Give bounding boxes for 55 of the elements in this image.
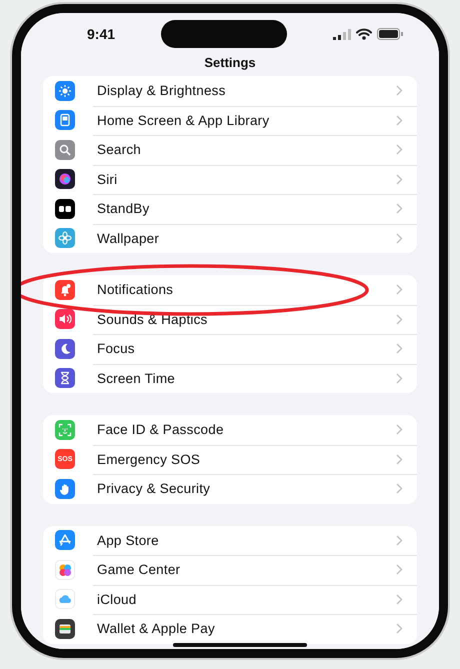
- settings-row[interactable]: Game Center: [43, 555, 417, 584]
- row-label: Wallet & Apple Pay: [97, 621, 216, 636]
- settings-row[interactable]: iCloud: [43, 584, 417, 614]
- settings-row[interactable]: Screen Time: [43, 364, 417, 393]
- chevron-icon: [396, 284, 403, 296]
- signal-icon: [333, 28, 351, 40]
- row-label: Wallpaper: [97, 230, 160, 246]
- chevron-icon: [396, 424, 403, 436]
- settings-row[interactable]: Notifications: [43, 275, 417, 304]
- chevron-icon: [396, 232, 403, 244]
- settings-row[interactable]: Sounds & Haptics: [43, 304, 417, 334]
- row-label: Home Screen & App Library: [97, 112, 270, 128]
- settings-row[interactable]: Privacy & Security: [43, 474, 417, 504]
- settings-row[interactable]: Display & Brightness: [43, 76, 417, 106]
- chevron-icon: [396, 483, 403, 494]
- row-label: Privacy & Security: [97, 481, 212, 496]
- wifi-icon: [356, 28, 372, 40]
- row-label: App Store: [97, 532, 160, 548]
- chevron-icon: [396, 534, 403, 546]
- chevron-icon: [396, 203, 403, 214]
- row-label: Siri: [97, 172, 118, 187]
- chevron-icon: [396, 564, 403, 576]
- row-label: StandBy: [97, 201, 150, 216]
- settings-row[interactable]: Wallpaper: [43, 224, 417, 253]
- settings-row[interactable]: App Store: [43, 526, 417, 555]
- settings-row[interactable]: Home Screen & App Library: [43, 106, 417, 135]
- chevron-icon: [396, 594, 403, 605]
- row-label: Screen Time: [97, 370, 176, 386]
- settings-row[interactable]: Face ID & Passcode: [43, 415, 417, 444]
- settings-row[interactable]: Search: [43, 135, 417, 164]
- status-time: 9:41: [87, 26, 116, 42]
- settings-row[interactable]: Wallet & Apple Pay: [43, 614, 417, 644]
- chevron-icon: [396, 343, 403, 354]
- chevron-icon: [396, 623, 403, 634]
- settings-row[interactable]: StandBy: [43, 194, 417, 224]
- battery-icon: [377, 28, 403, 40]
- chevron-icon: [396, 372, 403, 384]
- row-label: Sounds & Haptics: [97, 312, 209, 327]
- chevron-icon: [396, 174, 403, 185]
- row-label: Face ID & Passcode: [97, 422, 225, 438]
- row-label: iCloud: [97, 592, 138, 607]
- row-label: Display & Brightness: [97, 83, 227, 98]
- chevron-icon: [396, 454, 403, 465]
- chevron-icon: [396, 144, 403, 156]
- chevron-icon: [396, 114, 403, 126]
- row-label: Emergency SOS: [97, 452, 202, 467]
- row-label: Game Center: [97, 562, 182, 578]
- chevron-icon: [396, 85, 403, 96]
- chevron-icon: [396, 314, 403, 325]
- settings-row[interactable]: Siri: [43, 164, 417, 194]
- settings-row[interactable]: Focus: [43, 334, 417, 364]
- screen-title: Settings: [203, 54, 257, 72]
- row-label: Focus: [97, 341, 136, 356]
- row-label: Search: [97, 142, 142, 158]
- row-label: Notifications: [97, 282, 174, 298]
